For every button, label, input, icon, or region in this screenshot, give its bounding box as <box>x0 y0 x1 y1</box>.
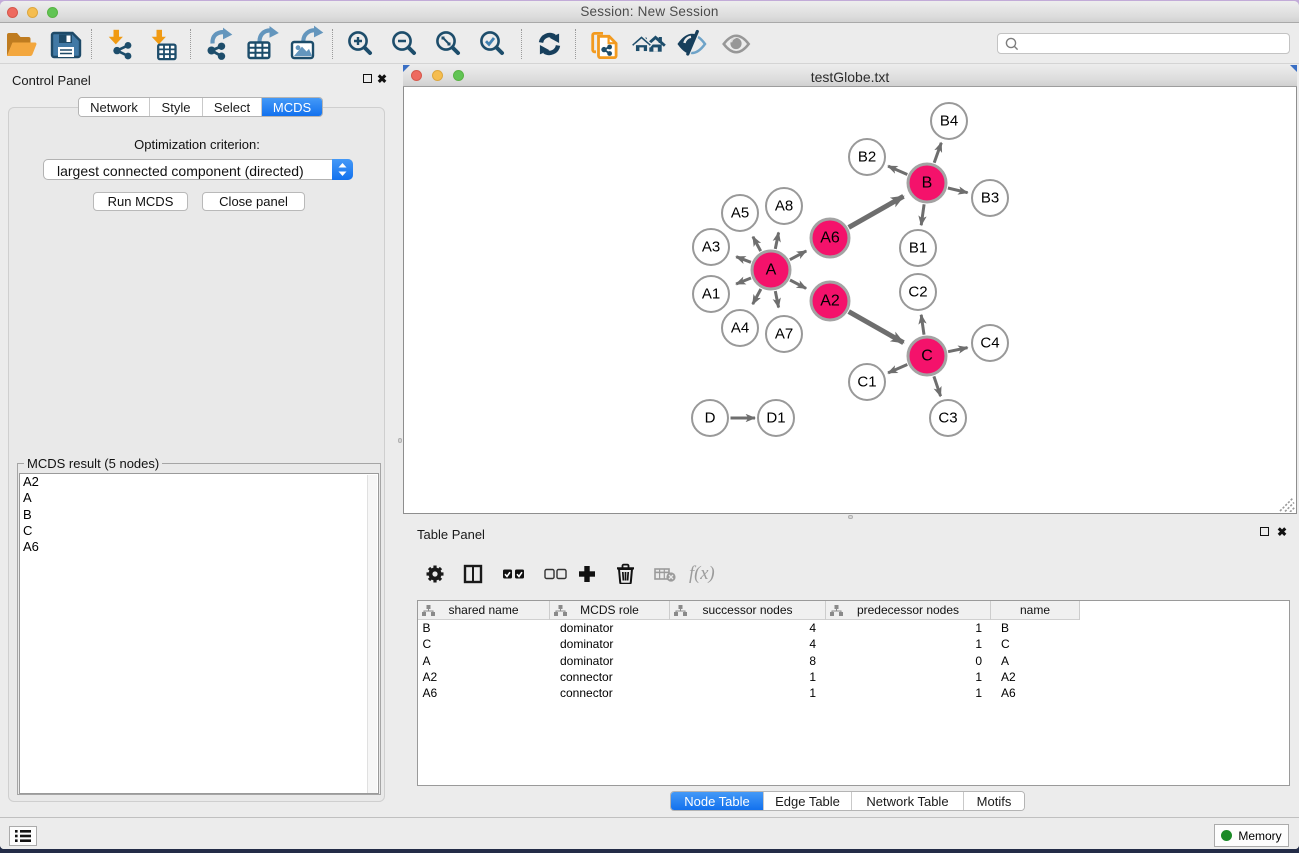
svg-text:D1: D1 <box>766 410 785 427</box>
svg-text:A7: A7 <box>775 326 793 343</box>
svg-text:B: B <box>922 175 933 192</box>
svg-text:A8: A8 <box>775 198 793 215</box>
svg-text:A: A <box>766 262 777 279</box>
svg-text:B1: B1 <box>909 240 927 257</box>
svg-text:A5: A5 <box>731 205 749 222</box>
svg-text:D: D <box>705 410 716 427</box>
svg-text:A6: A6 <box>820 230 840 247</box>
svg-text:C2: C2 <box>908 284 927 301</box>
svg-text:A2: A2 <box>820 293 840 310</box>
svg-text:C: C <box>921 348 933 365</box>
svg-text:C1: C1 <box>857 374 876 391</box>
svg-text:C4: C4 <box>980 335 999 352</box>
svg-text:B4: B4 <box>940 113 958 130</box>
svg-text:f(x): f(x) <box>689 564 715 584</box>
svg-text:A3: A3 <box>702 239 720 256</box>
svg-text:A1: A1 <box>702 286 720 303</box>
svg-text:B3: B3 <box>981 190 999 207</box>
svg-text:A4: A4 <box>731 320 749 337</box>
svg-text:C3: C3 <box>938 410 957 427</box>
svg-text:B2: B2 <box>858 149 876 166</box>
